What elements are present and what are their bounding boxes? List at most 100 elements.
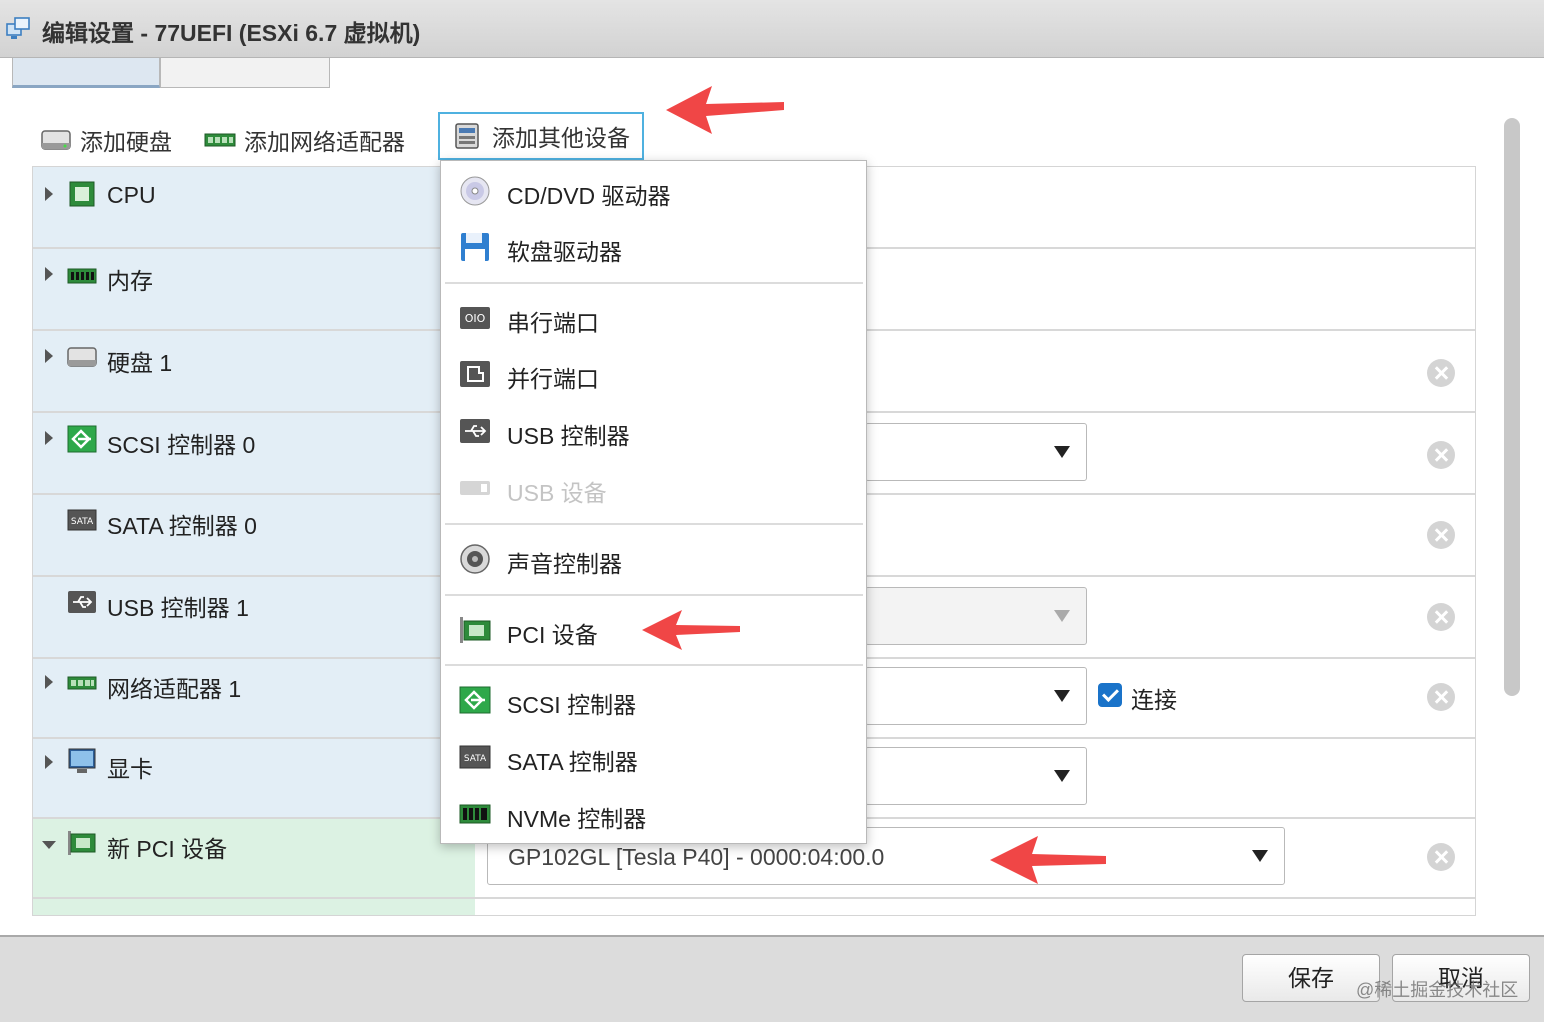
nvme-controller-icon xyxy=(459,804,491,824)
usb-icon xyxy=(68,591,96,613)
video-card-select[interactable] xyxy=(865,747,1087,805)
menu-separator xyxy=(445,664,863,666)
vertical-scrollbar[interactable] xyxy=(1504,118,1520,696)
add-hard-disk-label: 添加硬盘 xyxy=(80,129,172,155)
chevron-down-icon xyxy=(1054,690,1070,702)
menu-item-usb-controller[interactable]: USB 控制器 xyxy=(441,403,866,459)
display-icon xyxy=(68,748,96,773)
menu-item-label: USB 设备 xyxy=(507,480,607,506)
expand-arrow-icon[interactable] xyxy=(45,755,53,769)
menu-item-nvme-controller[interactable]: NVMe 控制器 xyxy=(441,786,866,842)
menu-separator xyxy=(445,594,863,596)
svg-text:SATA: SATA xyxy=(464,754,487,764)
serial-port-icon: OIO xyxy=(460,307,490,329)
remove-icon[interactable] xyxy=(1427,521,1455,549)
add-device-icon xyxy=(455,123,479,149)
scsi-controller-icon xyxy=(459,686,491,714)
connect-checkbox[interactable] xyxy=(1098,683,1122,707)
add-hard-disk-button[interactable]: 添加硬盘 xyxy=(40,122,172,158)
row-label: 硬盘 1 xyxy=(107,350,173,376)
annotation-arrow-icon xyxy=(666,86,784,134)
add-other-device-button[interactable]: 添加其他设备 xyxy=(438,112,644,160)
expand-arrow-icon[interactable] xyxy=(45,187,53,201)
chevron-down-icon xyxy=(1054,446,1070,458)
menu-item-label: SATA 控制器 xyxy=(507,749,638,775)
menu-item-sata-controller[interactable]: SATA SATA 控制器 xyxy=(441,729,866,785)
remove-icon[interactable] xyxy=(1427,603,1455,631)
tab-strip xyxy=(12,58,330,90)
menu-item-label: NVMe 控制器 xyxy=(507,806,647,832)
collapse-arrow-icon[interactable] xyxy=(42,841,56,849)
menu-item-label: PCI 设备 xyxy=(507,622,598,648)
window-title: 编辑设置 - 77UEFI (ESXi 6.7 虚拟机) xyxy=(42,20,421,46)
menu-item-label: 串行端口 xyxy=(507,310,599,336)
svg-text:SATA: SATA xyxy=(71,517,94,527)
row-label: CPU xyxy=(107,182,156,208)
menu-item-cd-dvd[interactable]: CD/DVD 驱动器 xyxy=(441,163,866,219)
menu-item-usb-device: USB 设备 xyxy=(441,460,866,516)
scsi-icon xyxy=(67,425,97,453)
title-bar: 编辑设置 - 77UEFI (ESXi 6.7 虚拟机) xyxy=(0,0,1544,58)
pci-device-value: GP102GL [Tesla P40] - 0000:04:00.0 xyxy=(508,844,885,870)
scsi-type-select[interactable] xyxy=(865,423,1087,481)
menu-item-sound-controller[interactable]: 声音控制器 xyxy=(441,531,866,587)
menu-item-label: SCSI 控制器 xyxy=(507,692,637,718)
add-other-device-label: 添加其他设备 xyxy=(492,125,630,151)
expand-arrow-icon[interactable] xyxy=(45,349,53,363)
expand-arrow-icon[interactable] xyxy=(45,267,53,281)
add-network-adapter-button[interactable]: 添加网络适配器 xyxy=(204,122,405,158)
menu-item-label: 声音控制器 xyxy=(507,551,622,577)
sata-controller-icon: SATA xyxy=(459,745,491,769)
menu-item-serial-port[interactable]: OIO 串行端口 xyxy=(441,290,866,346)
floppy-icon xyxy=(461,233,489,261)
cd-dvd-icon xyxy=(460,176,490,206)
row-label: 网络适配器 1 xyxy=(107,676,242,702)
usb-device-icon xyxy=(460,481,490,495)
row-label: 显卡 xyxy=(107,756,153,782)
menu-item-label: 软盘驱动器 xyxy=(507,239,622,265)
add-network-adapter-label: 添加网络适配器 xyxy=(244,129,405,155)
menu-item-parallel-port[interactable]: 并行端口 xyxy=(441,346,866,402)
remove-icon[interactable] xyxy=(1427,441,1455,469)
expand-arrow-icon[interactable] xyxy=(45,675,53,689)
remove-icon[interactable] xyxy=(1427,683,1455,711)
remove-icon[interactable] xyxy=(1427,359,1455,387)
annotation-arrow-icon xyxy=(642,610,740,650)
menu-item-label: 并行端口 xyxy=(507,366,599,392)
row-label: SCSI 控制器 0 xyxy=(107,432,256,458)
parallel-port-icon xyxy=(460,361,490,387)
menu-item-label: USB 控制器 xyxy=(507,423,630,449)
row-pci-subitem xyxy=(33,899,1475,915)
row-label: 新 PCI 设备 xyxy=(107,836,228,862)
memory-icon xyxy=(67,268,97,284)
tab-virtual-hardware[interactable] xyxy=(12,58,160,88)
row-label: USB 控制器 1 xyxy=(107,595,249,621)
hard-disk-icon xyxy=(41,130,71,150)
sound-icon xyxy=(460,544,490,574)
row-label: SATA 控制器 0 xyxy=(107,513,257,539)
menu-item-label: CD/DVD 驱动器 xyxy=(507,183,671,209)
pci-icon xyxy=(68,831,96,855)
menu-separator xyxy=(445,282,863,284)
svg-text:OIO: OIO xyxy=(465,312,486,325)
sata-icon: SATA xyxy=(67,509,97,531)
remove-icon[interactable] xyxy=(1427,843,1455,871)
network-adapter-icon xyxy=(204,133,236,147)
add-device-menu: CD/DVD 驱动器 软盘驱动器 OIO 串行端口 并行端口 USB 控制器 U… xyxy=(440,160,867,844)
menu-item-scsi-controller[interactable]: SCSI 控制器 xyxy=(441,672,866,728)
usb-controller-icon xyxy=(460,419,490,443)
tab-vm-options[interactable] xyxy=(160,58,330,88)
dialog-footer: 保存 取消 @稀土掘金技术社区 xyxy=(0,935,1544,1022)
expand-arrow-icon[interactable] xyxy=(45,431,53,445)
menu-item-floppy[interactable]: 软盘驱动器 xyxy=(441,219,866,275)
network-adapter-icon xyxy=(67,676,97,690)
vm-settings-icon xyxy=(6,17,30,39)
usb-type-select[interactable] xyxy=(865,587,1087,645)
hard-disk-icon xyxy=(67,347,97,367)
network-select[interactable] xyxy=(865,667,1087,725)
chevron-down-icon xyxy=(1252,850,1268,862)
watermark: @稀土掘金技术社区 xyxy=(1356,980,1519,1000)
chevron-down-icon xyxy=(1054,770,1070,782)
chevron-down-icon xyxy=(1054,610,1070,622)
menu-separator xyxy=(445,523,863,525)
